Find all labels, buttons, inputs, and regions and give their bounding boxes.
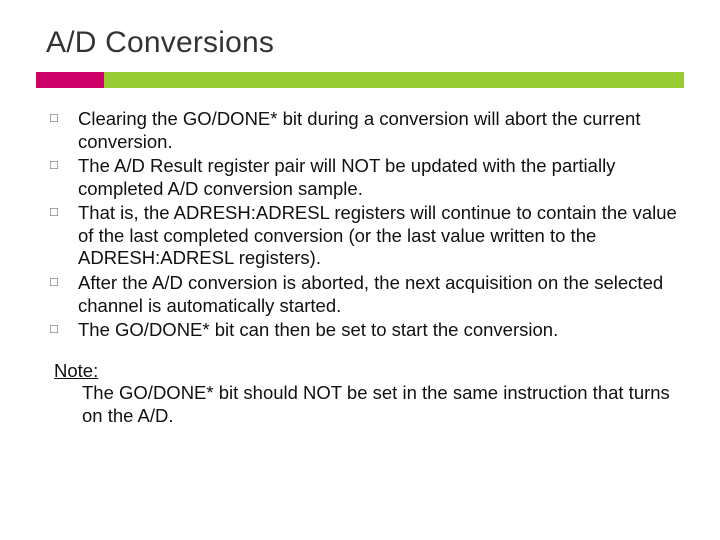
bullet-list: Clearing the GO/DONE* bit during a conve… xyxy=(42,108,684,342)
slide-title: A/D Conversions xyxy=(46,26,684,60)
underline-accent-green xyxy=(104,72,684,88)
bullet-item: After the A/D conversion is aborted, the… xyxy=(50,272,684,317)
bullet-item: Clearing the GO/DONE* bit during a conve… xyxy=(50,108,684,153)
underline-accent-magenta xyxy=(36,72,104,88)
bullet-item: That is, the ADRESH:ADRESL registers wil… xyxy=(50,202,684,270)
note-block: Note: The GO/DONE* bit should NOT be set… xyxy=(42,360,684,428)
note-text: The GO/DONE* bit should NOT be set in th… xyxy=(54,382,684,427)
slide: A/D Conversions Clearing the GO/DONE* bi… xyxy=(0,0,720,540)
note-label: Note: xyxy=(54,360,98,381)
title-underline xyxy=(36,72,684,88)
bullet-item: The A/D Result register pair will NOT be… xyxy=(50,155,684,200)
body: Clearing the GO/DONE* bit during a conve… xyxy=(36,108,684,427)
bullet-item: The GO/DONE* bit can then be set to star… xyxy=(50,319,684,342)
